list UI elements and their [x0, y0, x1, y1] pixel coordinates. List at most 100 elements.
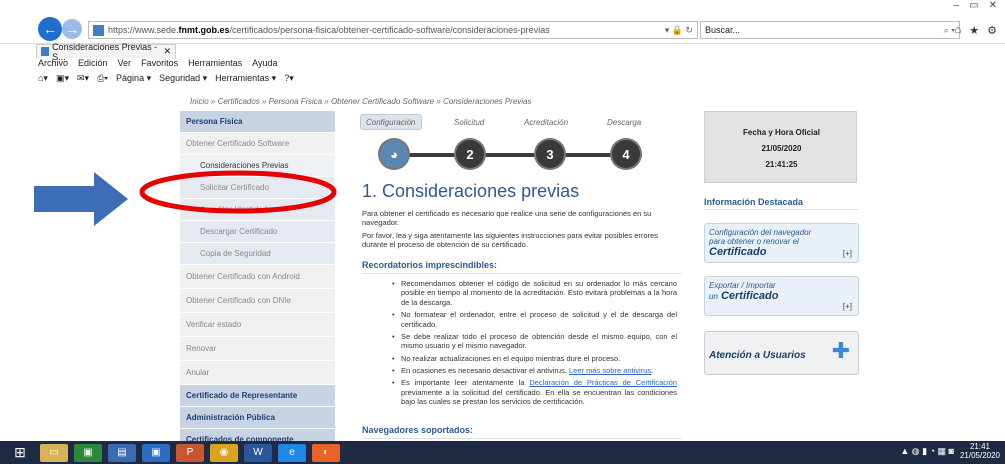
sidebar-item-renovar[interactable]: Renovar [180, 337, 335, 361]
list-item: En ocasiones es necesario desactivar el … [392, 366, 677, 376]
menu-favoritos[interactable]: Favoritos [141, 58, 178, 70]
home-icon[interactable]: ⌂ [955, 24, 962, 37]
url-actions[interactable]: ▾ 🔒 ↻ [665, 25, 693, 36]
maximize-button[interactable]: ▭ [969, 0, 978, 11]
step-label-configuracion: Configuración [366, 118, 416, 127]
step-3-circle: 3 [536, 140, 564, 168]
breadcrumb[interactable]: Inicio » Certificados » Persona Física »… [190, 97, 532, 106]
search-icon[interactable]: ⌕ ▾ [944, 25, 955, 36]
search-box[interactable]: Buscar... ⌕ ▾ [700, 21, 960, 39]
main-content: Configuración Solicitud Acreditación Des… [352, 111, 682, 441]
cmd-seguridad[interactable]: Seguridad ▾ [159, 73, 207, 84]
clock-date: 21/05/2020 [959, 450, 1000, 460]
back-button[interactable]: ← [38, 17, 62, 41]
section-divider [362, 273, 682, 274]
help-icon[interactable]: ?▾ [284, 73, 294, 84]
export-import-card[interactable]: Exportar / Importar un Certificado [+] [704, 276, 859, 316]
official-date-box: Fecha y Hora Oficial 21/05/2020 21:41:25 [704, 111, 857, 183]
tab-close-icon[interactable]: ✕ [163, 46, 171, 57]
sidebar-item-android[interactable]: Obtener Certificado con Android [180, 265, 335, 289]
sidebar: Persona Física Obtener Certificado Softw… [180, 111, 335, 451]
outlook-icon[interactable]: ▣ [142, 443, 170, 462]
antivirus-link[interactable]: Leer más sobre antivirus [569, 366, 651, 375]
search-placeholder: Buscar... [705, 25, 741, 35]
page-title: 1. Consideraciones previas [362, 181, 580, 201]
date-title: Fecha y Hora Oficial [743, 128, 820, 137]
home-cmd-icon[interactable]: ⌂▾ [38, 73, 48, 84]
firefox-icon[interactable]: ◐ [312, 443, 340, 462]
gear-icon[interactable]: ⚙ [987, 24, 997, 37]
menu-herramientas[interactable]: Herramientas [188, 58, 242, 70]
address-bar[interactable]: https://www.sede. fnmt.gob.es/certificado… [88, 21, 698, 39]
section-divider [704, 209, 859, 210]
sidebar-item-representante[interactable]: Certificado de Representante [180, 385, 335, 407]
menu-ayuda[interactable]: Ayuda [252, 58, 277, 70]
sidebar-item-verificar[interactable]: Verificar estado [180, 313, 335, 337]
sidebar-item-anular[interactable]: Anular [180, 361, 335, 385]
powerpoint-icon[interactable]: P [176, 443, 204, 462]
card-line: Configuración del navegador [709, 228, 812, 237]
dpc-link[interactable]: Declaración de Prácticas de Certificació… [529, 378, 677, 387]
sidebar-item-administracion[interactable]: Administración Pública [180, 407, 335, 429]
clock[interactable]: 21:41 21/05/2020 [959, 442, 1000, 461]
start-windows-icon[interactable]: ⊞ [6, 443, 34, 462]
user-support-card[interactable]: Atención a Usuarios ✚ [704, 331, 859, 375]
section-divider [362, 438, 682, 439]
browsers-heading: Navegadores soportados: [362, 425, 474, 435]
sidebar-item-persona-fisica[interactable]: Persona Física [180, 111, 335, 133]
tab-favicon-icon [41, 47, 50, 56]
date-value: 21/05/2020 [761, 144, 802, 153]
step-4-circle: 4 [612, 140, 640, 168]
list-item: Recomendamos obtener el código de solici… [392, 279, 677, 307]
expand-link[interactable]: [+] [843, 249, 852, 258]
cmd-herramientas[interactable]: Herramientas ▾ [215, 73, 276, 84]
support-wrench-icon: ✚ [831, 338, 850, 363]
desktop-app-icon[interactable]: ▤ [108, 443, 136, 462]
url-host: fnmt.gob.es [178, 25, 230, 35]
antivirus-period: . [651, 366, 654, 375]
browser-config-card[interactable]: Configuración del navegador para obtener… [704, 223, 859, 263]
window-controls: – ▭ ✕ [954, 0, 997, 11]
sidebar-item-copia[interactable]: Copia de Seguridad [180, 243, 335, 265]
command-bar: ⌂▾ ▣▾ ✉▾ ⎙▾ Página ▾ Seguridad ▾ Herrami… [0, 70, 1005, 86]
internet-explorer-icon[interactable]: e [278, 443, 306, 462]
print-icon[interactable]: ⎙▾ [97, 73, 108, 84]
word-icon[interactable]: W [244, 443, 272, 462]
step-1-icon: ◕ [380, 140, 408, 168]
step-label-descarga: Descarga [607, 118, 642, 127]
card-bold: Certificado [720, 290, 779, 302]
tray-icons[interactable]: ▲ ◍ ▮ ◔ ▦ ◙ [900, 446, 954, 457]
store-icon[interactable]: ▣ [74, 443, 102, 462]
feeds-icon[interactable]: ▣▾ [56, 73, 69, 84]
list-item: No realizar actualizaciones en el equipo… [392, 354, 677, 364]
close-window-button[interactable]: ✕ [989, 0, 997, 11]
favorites-star-icon[interactable]: ★ [969, 24, 979, 37]
cmd-pagina[interactable]: Página ▾ [116, 73, 151, 84]
step-2-circle: 2 [456, 140, 484, 168]
menu-ver[interactable]: Ver [118, 58, 132, 70]
sidebar-item-dnie[interactable]: Obtener Certificado con DNIe [180, 289, 335, 313]
browser-tab[interactable]: Consideraciones Previas - S... ✕ [36, 42, 176, 62]
url-path: /certificados/persona-fisica/obtener-cer… [229, 25, 550, 35]
sidebar-item-obtener-software[interactable]: Obtener Certificado Software [180, 133, 335, 155]
menu-edicion[interactable]: Edición [78, 58, 108, 70]
forward-button[interactable]: → [62, 19, 82, 39]
menu-archivo[interactable]: Archivo [38, 58, 68, 70]
file-explorer-icon[interactable]: ▭ [40, 443, 68, 462]
address-row: ← → https://www.sede. fnmt.gob.es/certifi… [0, 14, 1005, 44]
card-line: Exportar / Importar [709, 281, 776, 290]
mail-icon[interactable]: ✉▾ [77, 73, 89, 84]
intro-paragraph: Para obtener el certificado es necesario… [362, 209, 652, 228]
chrome-icon[interactable]: ◉ [210, 443, 238, 462]
info-heading: Información Destacada [704, 197, 804, 207]
expand-link[interactable]: [+] [843, 302, 852, 311]
list-item: No formatear el ordenador, entre el proc… [392, 310, 677, 329]
browser-toolbar-icons: ⌂ ★ ⚙ [955, 24, 997, 37]
minimize-button[interactable]: – [954, 0, 960, 11]
sidebar-item-descargar[interactable]: Descargar Certificado [180, 221, 335, 243]
blue-arrow-annotation [34, 172, 128, 226]
window-titlebar: – ▭ ✕ [0, 0, 1005, 14]
list-item: Se debe realizar todo el proceso de obte… [392, 332, 677, 351]
progress-steps: Configuración Solicitud Acreditación Des… [352, 111, 682, 171]
step-track [392, 153, 642, 157]
